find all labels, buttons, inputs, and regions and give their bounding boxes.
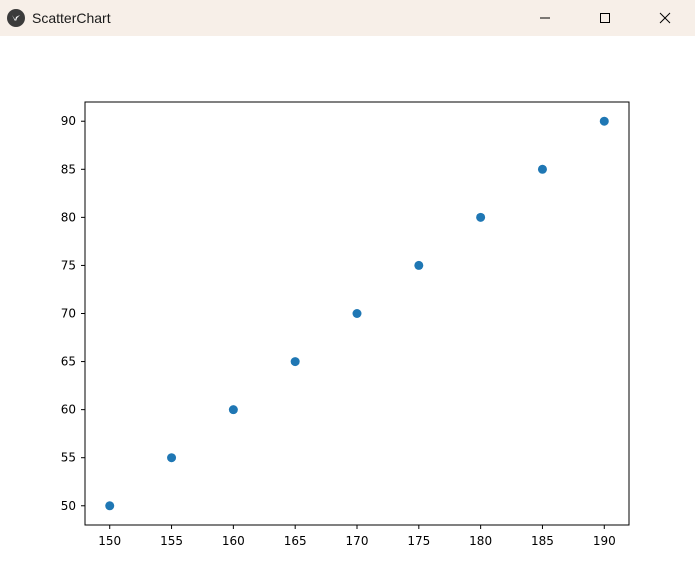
title-bar[interactable]: ScatterChart: [0, 0, 695, 36]
y-tick-label-0: 50: [61, 499, 76, 513]
window-controls: [515, 0, 695, 36]
data-point-0: [105, 501, 115, 511]
data-point-3: [290, 357, 300, 367]
minimize-icon: [540, 17, 550, 19]
data-point-2: [228, 405, 238, 415]
window-title: ScatterChart: [32, 10, 111, 26]
data-point-4: [352, 309, 362, 318]
close-icon: [659, 12, 671, 24]
minimize-button[interactable]: [515, 0, 575, 36]
data-point-7: [537, 164, 547, 174]
data-point-1: [167, 453, 177, 463]
x-tick-label-7: 185: [531, 534, 554, 548]
x-tick-label-6: 180: [469, 534, 492, 548]
maximize-button[interactable]: [575, 0, 635, 36]
x-tick-label-4: 170: [346, 534, 369, 548]
data-point-6: [476, 212, 486, 222]
y-tick-label-2: 60: [61, 403, 76, 417]
close-button[interactable]: [635, 0, 695, 36]
kivy-logo-icon: [7, 9, 25, 27]
scatter-chart: 150 155 160 165 170 175 180 185 190 50 55 60 65 70 75 8…: [61, 101, 630, 548]
data-point-5: [414, 260, 424, 270]
data-point-8: [599, 116, 609, 126]
y-tick-label-3: 65: [61, 355, 76, 369]
y-tick-label-5: 75: [61, 258, 76, 272]
x-tick-label-8: 190: [593, 534, 616, 548]
x-tick-label-3: 165: [284, 534, 307, 548]
x-tick-label-2: 160: [222, 534, 245, 548]
chart-canvas: 150 155 160 165 170 175 180 185 190 50 55 60 65 70 75 8…: [0, 36, 695, 578]
y-tick-label-1: 55: [61, 451, 76, 465]
y-tick-label-8: 90: [61, 114, 76, 128]
y-tick-label-6: 80: [61, 210, 76, 224]
maximize-icon: [600, 13, 610, 23]
y-tick-label-7: 85: [61, 162, 76, 176]
x-tick-label-0: 150: [98, 534, 121, 548]
x-tick-label-5: 175: [407, 534, 430, 548]
y-tick-label-4: 70: [61, 307, 76, 321]
x-tick-label-1: 155: [160, 534, 183, 548]
